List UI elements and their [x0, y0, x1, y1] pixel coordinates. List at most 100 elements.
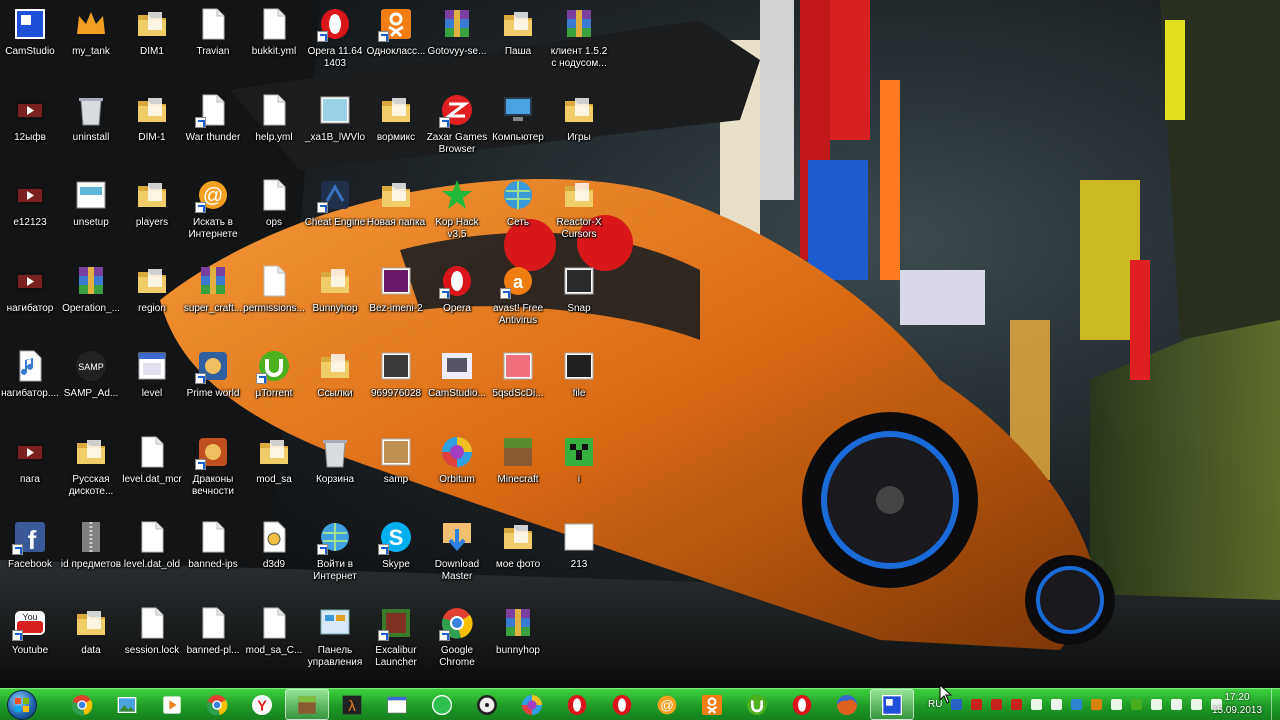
desktop-icon[interactable]: banned-pl... [183, 601, 243, 685]
desktop-icon[interactable]: mod_sa [244, 430, 304, 514]
desktop-icon[interactable]: Русская дискоте... [61, 430, 121, 514]
desktop-icon[interactable]: _xa1B_lWVlo [305, 88, 365, 172]
desktop-icon[interactable]: Bez-imeni-2 [366, 259, 426, 343]
desktop-icon[interactable]: SAMP SAMP_Ad... [61, 344, 121, 428]
desktop-icon[interactable]: CamStudio... [427, 344, 487, 428]
tray-avast-icon[interactable] [1090, 698, 1110, 711]
desktop-icon[interactable]: 969976028 [366, 344, 426, 428]
desktop-icon[interactable]: a avast! Free Antivirus [488, 259, 548, 343]
tray-opera-icon[interactable] [970, 698, 990, 711]
desktop-icon[interactable]: Однокласс... [366, 2, 426, 86]
desktop-icon[interactable]: Operation_... [61, 259, 121, 343]
desktop-icon[interactable]: Новая папка [366, 173, 426, 257]
tray-check-icon[interactable] [1150, 698, 1170, 711]
desktop-icon[interactable]: Компьютер [488, 88, 548, 172]
desktop-icon[interactable]: help.yml [244, 88, 304, 172]
desktop-icon[interactable]: Kop Hack v3.5 [427, 173, 487, 257]
desktop-icon[interactable]: id предметов [61, 515, 121, 599]
desktop-icon[interactable]: mod_sa_C... [244, 601, 304, 685]
taskbar-button[interactable] [825, 689, 869, 720]
desktop-icon[interactable]: нагибатор [0, 259, 60, 343]
desktop-icon[interactable]: 12ыфв [0, 88, 60, 172]
desktop-icon[interactable]: Orbitum [427, 430, 487, 514]
taskbar-button[interactable] [375, 689, 419, 720]
desktop-icon[interactable]: µTorrent [244, 344, 304, 428]
taskbar-button[interactable] [735, 689, 779, 720]
taskbar-button[interactable]: λ [330, 689, 374, 720]
taskbar-button[interactable] [870, 689, 914, 720]
desktop-icon[interactable]: Travian [183, 2, 243, 86]
tray-camstudio-icon[interactable] [950, 698, 970, 711]
show-desktop-button[interactable] [1271, 689, 1280, 720]
desktop-icon[interactable]: Драконы вечности [183, 430, 243, 514]
taskbar-button[interactable] [60, 689, 104, 720]
desktop-icon[interactable]: мое фото [488, 515, 548, 599]
desktop-icon[interactable]: bunnyhop [488, 601, 548, 685]
desktop-icon[interactable]: Excalibur Launcher [366, 601, 426, 685]
desktop-icon[interactable]: level [122, 344, 182, 428]
taskbar-clock[interactable]: 17:20 15.09.2013 [1204, 691, 1270, 717]
desktop-icon[interactable]: Паша [488, 2, 548, 86]
desktop-icon[interactable]: Cheat Engine [305, 173, 365, 257]
desktop-icon[interactable]: region [122, 259, 182, 343]
taskbar-button[interactable]: Y [240, 689, 284, 720]
desktop-icon[interactable]: players [122, 173, 182, 257]
desktop-icon[interactable]: permissions... [243, 259, 305, 343]
taskbar-button[interactable] [195, 689, 239, 720]
desktop-icon[interactable]: Панель управления [305, 601, 365, 685]
desktop-icon[interactable]: Zaxar Games Browser [427, 88, 487, 172]
taskbar-button[interactable] [780, 689, 824, 720]
desktop-icon[interactable]: Корзина [305, 430, 365, 514]
desktop-icon[interactable]: War thunder [183, 88, 243, 172]
desktop-icon[interactable]: level.dat_old [122, 515, 182, 599]
desktop-icon[interactable]: Ссылки [305, 344, 365, 428]
tray-speaker-icon[interactable] [1110, 698, 1130, 711]
desktop-icon[interactable]: uninstall [61, 88, 121, 172]
desktop-icon[interactable]: Prime world [183, 344, 243, 428]
desktop-icon[interactable]: S Skype [366, 515, 426, 599]
taskbar-button[interactable] [690, 689, 734, 720]
desktop-icon[interactable]: Opera [427, 259, 487, 343]
desktop-icon[interactable]: Snap [549, 259, 609, 343]
tray-usb-icon[interactable] [1050, 698, 1070, 711]
desktop-icon[interactable]: нагибатор.... [0, 344, 60, 428]
tray-flag-icon[interactable] [1170, 698, 1190, 711]
desktop-icon[interactable]: file [549, 344, 609, 428]
taskbar-button[interactable] [600, 689, 644, 720]
tray-utorrent-icon[interactable] [1130, 698, 1150, 711]
desktop-icon[interactable]: You Youtube [0, 601, 60, 685]
tray-opera-icon[interactable] [990, 698, 1010, 711]
desktop-icon[interactable]: 213 [549, 515, 609, 599]
desktop-icon[interactable]: unsetup [61, 173, 121, 257]
desktop-icon[interactable]: Opera 11.64 1403 [305, 2, 365, 86]
desktop-icon[interactable]: Google Chrome [427, 601, 487, 685]
desktop-icon[interactable]: DIM1 [122, 2, 182, 86]
desktop-icon[interactable]: my_tank [61, 2, 121, 86]
desktop-icon[interactable]: Сеть [488, 173, 548, 257]
desktop-icon[interactable]: session.lock [122, 601, 182, 685]
desktop-icon[interactable]: f Facebook [0, 515, 60, 599]
desktop-icon[interactable]: d3d9 [244, 515, 304, 599]
desktop-icon[interactable]: Reactor-X Cursors [549, 173, 609, 257]
tray-download-icon[interactable] [1070, 698, 1090, 711]
taskbar-button[interactable] [420, 689, 464, 720]
desktop-icon[interactable]: i [549, 430, 609, 514]
taskbar-button[interactable] [510, 689, 554, 720]
taskbar-button[interactable] [555, 689, 599, 720]
desktop-icon[interactable]: banned-ips [183, 515, 243, 599]
desktop-icon[interactable]: data [61, 601, 121, 685]
taskbar-button[interactable] [105, 689, 149, 720]
desktop-icon[interactable]: пага [0, 430, 60, 514]
desktop-icon[interactable]: Download Master [427, 515, 487, 599]
desktop-icon[interactable]: Игры [549, 88, 609, 172]
desktop-icon[interactable]: DIM-1 [122, 88, 182, 172]
desktop-icon[interactable]: samp [366, 430, 426, 514]
desktop-icon[interactable]: Bunnyhop [305, 259, 365, 343]
tray-network-icon[interactable] [1030, 698, 1050, 711]
taskbar-button[interactable]: @ [645, 689, 689, 720]
desktop-icon[interactable]: @ Искать в Интернете [183, 173, 243, 257]
desktop-icon[interactable]: ops [244, 173, 304, 257]
desktop-icon[interactable]: клиент 1.5.2 с нодусом... [549, 2, 609, 86]
desktop-icon[interactable]: super_craft... [183, 259, 243, 343]
desktop-icon[interactable]: Войти в Интернет [305, 515, 365, 599]
